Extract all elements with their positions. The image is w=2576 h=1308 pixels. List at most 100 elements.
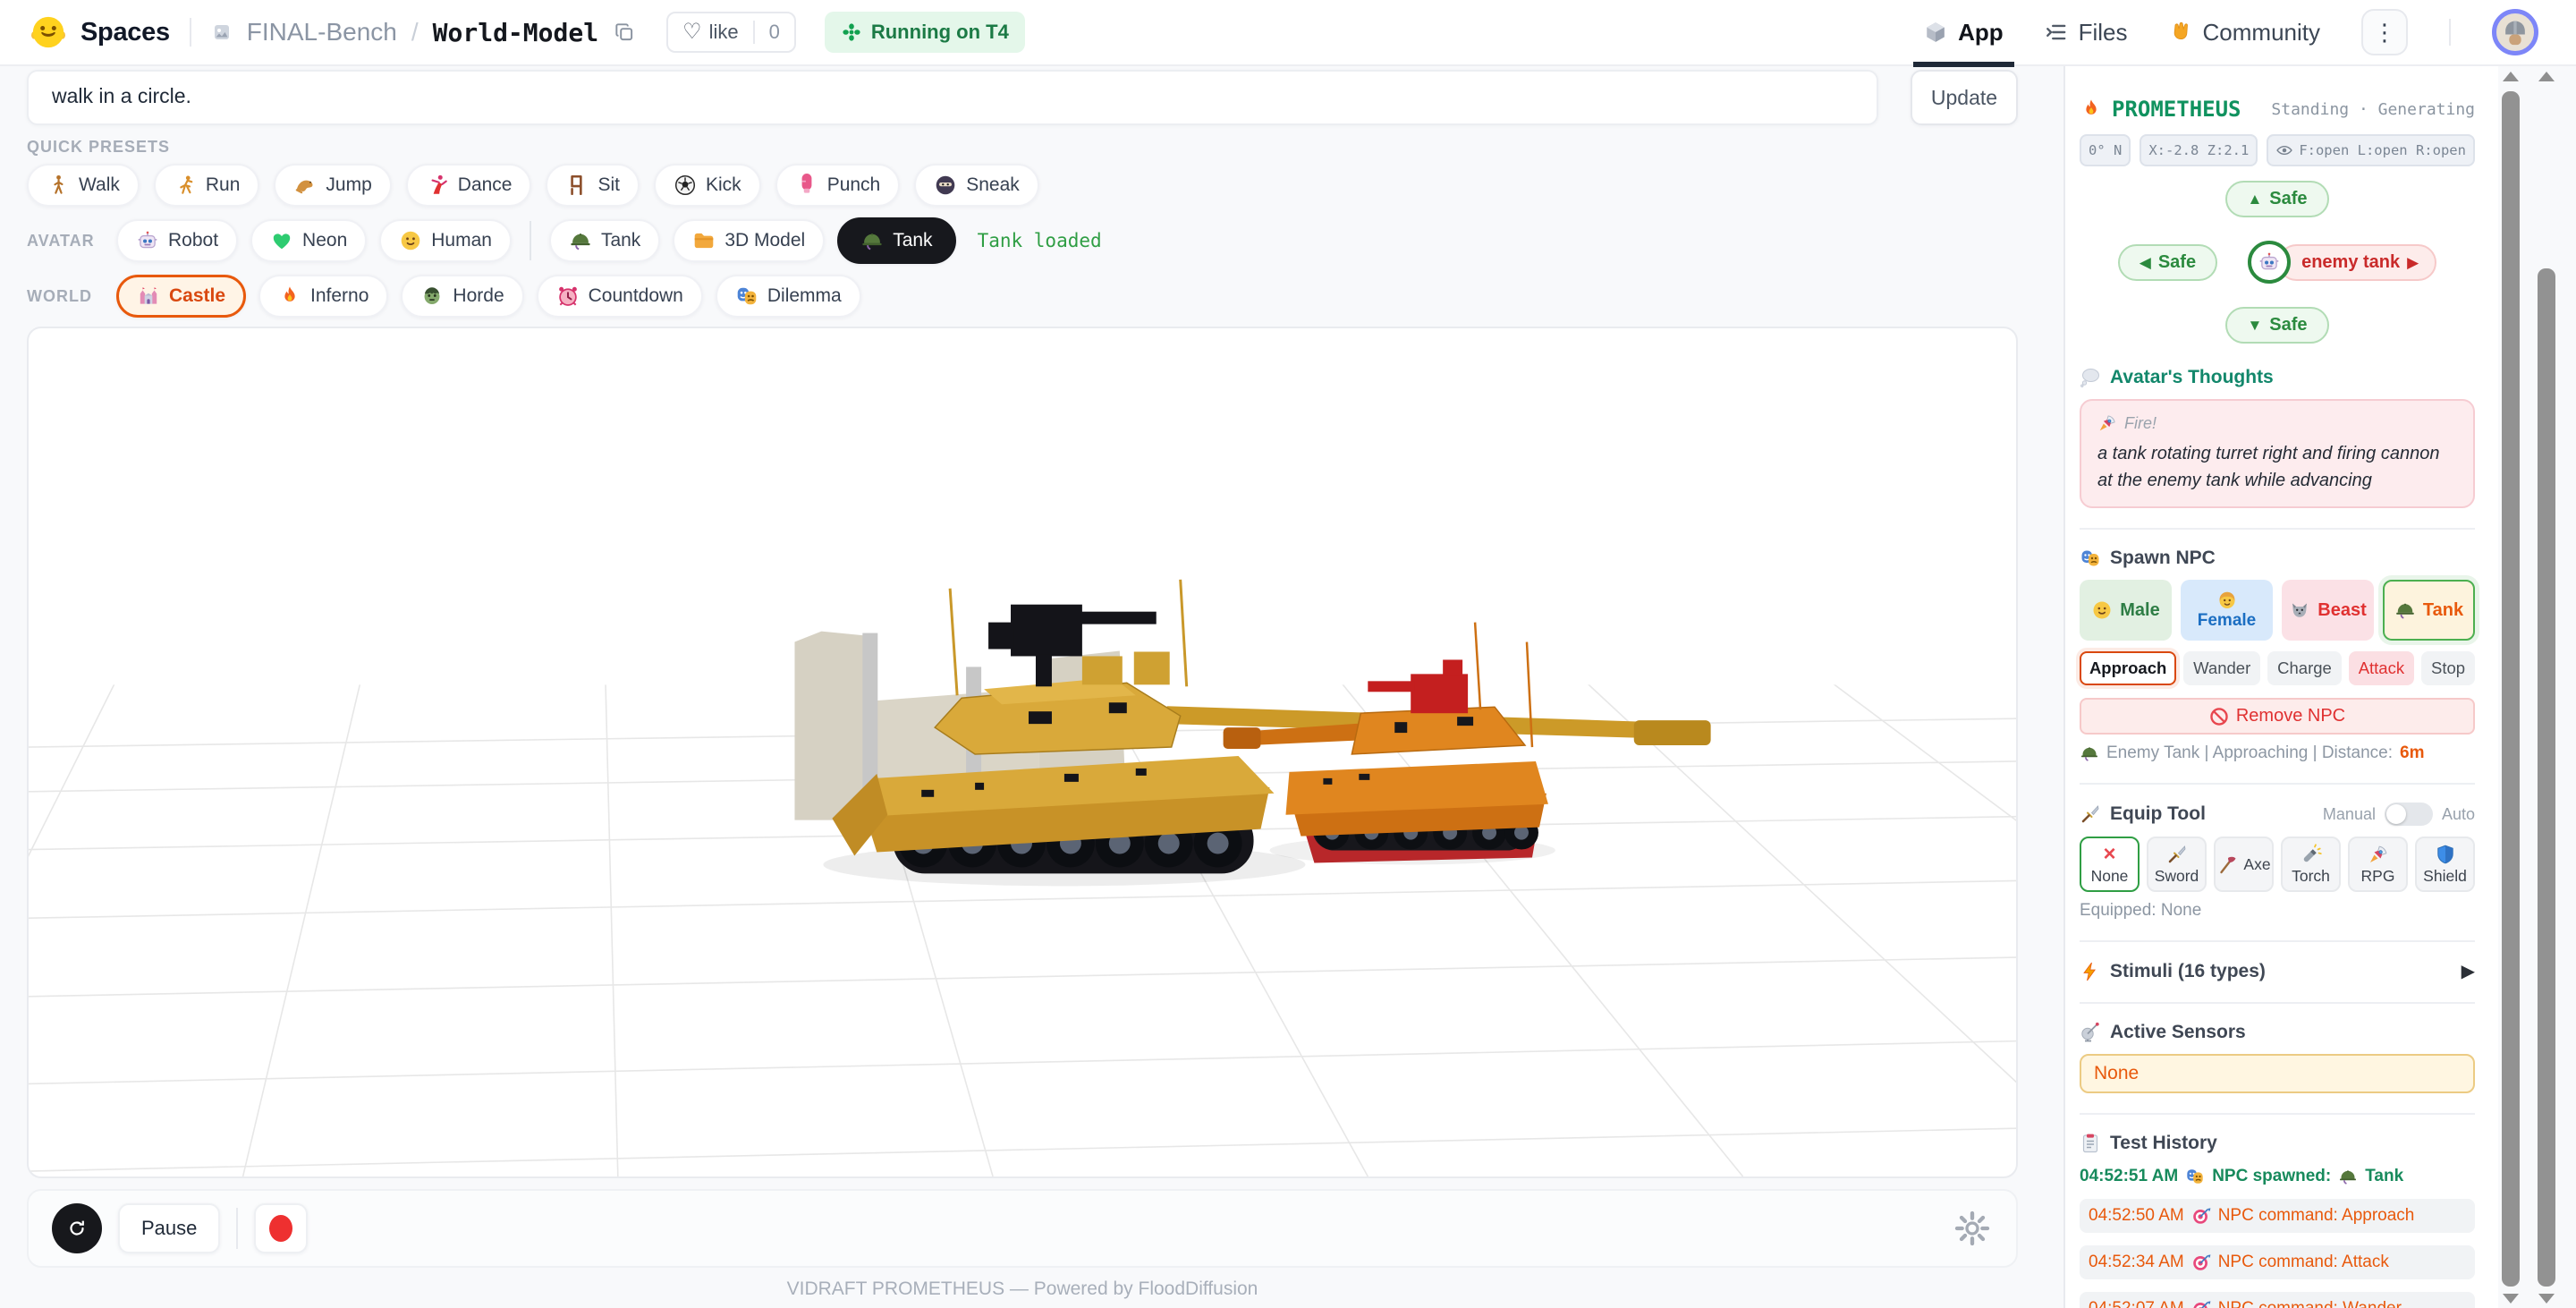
toggle-knob[interactable] [2386, 804, 2406, 824]
helmet-icon [2080, 743, 2099, 763]
preset-jump[interactable]: Jump [274, 164, 391, 207]
avatar-tank[interactable]: Tank [549, 219, 660, 262]
preset-run[interactable]: Run [154, 164, 260, 207]
tool-rpg[interactable]: RPG [2348, 837, 2408, 892]
thought-text: a tank rotating turret right and firing … [2097, 440, 2457, 494]
face-icon [399, 229, 422, 252]
running-person-icon [174, 174, 197, 197]
sidebar-scrollbar[interactable] [2502, 66, 2520, 1308]
avatar-3d-model[interactable]: 3D Model [673, 219, 825, 262]
dagger-icon [2080, 803, 2101, 825]
up-arrow-icon: ▲ [2247, 191, 2262, 207]
sensors-section: Active Sensors None [2080, 1002, 2475, 1093]
command-wander[interactable]: Wander [2183, 651, 2260, 685]
move-right-enemy-button[interactable]: enemy tank ▶ [2278, 244, 2436, 281]
page-scrollbar[interactable] [2538, 66, 2555, 1308]
world-horde[interactable]: Horde [401, 275, 523, 318]
brand-title: Spaces [80, 18, 170, 47]
tool-axe[interactable]: Axe [2214, 837, 2274, 892]
space-thumbnail-icon [211, 21, 233, 43]
tab-community[interactable]: Community [2169, 19, 2320, 47]
scene-enemy-tank [1224, 623, 1548, 863]
avatar-selected-tank[interactable]: Tank [837, 217, 955, 264]
thoughts-header: Avatar's Thoughts [2080, 367, 2475, 388]
preset-walk[interactable]: Walk [27, 164, 140, 207]
scroll-down-arrow-icon[interactable] [2538, 1294, 2555, 1304]
scrollbar-thumb[interactable] [2538, 268, 2555, 1287]
tab-app[interactable]: App [1924, 19, 2004, 47]
running-status-badge[interactable]: Running on T4 [825, 12, 1025, 53]
prompt-input[interactable]: walk in a circle. [27, 70, 1878, 125]
spawn-beast-button[interactable]: Beast [2282, 580, 2374, 641]
equip-mode-toggle[interactable] [2385, 803, 2433, 826]
more-menu-button[interactable]: ⋮ [2361, 9, 2408, 55]
update-button[interactable]: Update [1911, 70, 2018, 125]
prompt-row: walk in a circle. Update [27, 70, 2018, 125]
spawn-male-button[interactable]: Male [2080, 580, 2172, 641]
move-left-button[interactable]: ◀ Safe [2118, 244, 2217, 281]
preset-dance[interactable]: Dance [406, 164, 532, 207]
spawn-npc-header: Spawn NPC [2080, 548, 2475, 569]
command-charge[interactable]: Charge [2267, 651, 2342, 685]
remove-npc-button[interactable]: Remove NPC [2080, 698, 2475, 735]
move-up-button[interactable]: ▲ Safe [2225, 181, 2328, 217]
breadcrumb-owner[interactable]: FINAL-Bench [247, 18, 397, 47]
spawn-tank-button[interactable]: Tank [2383, 580, 2475, 641]
spawn-female-button[interactable]: Female [2181, 580, 2273, 641]
like-button[interactable]: ♡like 0 [666, 12, 796, 53]
user-avatar[interactable] [2492, 9, 2538, 55]
breadcrumb-repo[interactable]: World-Model [433, 18, 598, 47]
scrollbar-thumb[interactable] [2502, 91, 2520, 1287]
castle-icon [137, 285, 160, 308]
record-button[interactable] [254, 1203, 308, 1253]
tool-shield[interactable]: Shield [2415, 837, 2475, 892]
copy-icon[interactable] [613, 21, 636, 44]
tool-none[interactable]: × None [2080, 837, 2140, 892]
avatar-human[interactable]: Human [379, 219, 512, 262]
stimuli-section[interactable]: Stimuli (16 types) ▶ [2080, 940, 2475, 982]
scroll-up-arrow-icon[interactable] [2538, 72, 2555, 81]
world-viewport-canvas[interactable] [29, 328, 2016, 1176]
pause-button[interactable]: Pause [118, 1203, 220, 1253]
world-countdown[interactable]: Countdown [537, 275, 703, 318]
restart-button[interactable] [52, 1203, 102, 1253]
world-inferno[interactable]: Inferno [258, 275, 388, 318]
command-attack[interactable]: Attack [2349, 651, 2414, 685]
command-stop[interactable]: Stop [2421, 651, 2475, 685]
tab-files[interactable]: Files [2045, 19, 2128, 47]
world-castle[interactable]: Castle [116, 275, 246, 318]
satellite-icon [2080, 1022, 2101, 1043]
sensors-value: None [2080, 1054, 2475, 1093]
cube-icon [1924, 21, 1947, 44]
axe-icon [2216, 854, 2238, 875]
expand-arrow-icon[interactable]: ▶ [2462, 960, 2475, 982]
scroll-down-arrow-icon[interactable] [2503, 1294, 2519, 1304]
tab-files-label: Files [2079, 19, 2128, 47]
like-count[interactable]: 0 [753, 21, 794, 44]
tool-sword[interactable]: Sword [2147, 837, 2207, 892]
world-viewport[interactable] [27, 327, 2018, 1178]
tool-torch[interactable]: Torch [2281, 837, 2341, 892]
boxing-glove-icon [795, 174, 818, 197]
avatar-robot[interactable]: Robot [116, 219, 238, 262]
robot-icon [136, 229, 159, 252]
avatar-neon[interactable]: Neon [250, 219, 367, 262]
male-face-icon [2091, 599, 2113, 621]
command-approach[interactable]: Approach [2080, 651, 2176, 685]
settings-button[interactable] [1952, 1208, 1993, 1249]
preset-sneak[interactable]: Sneak [914, 164, 1039, 207]
scroll-up-arrow-icon[interactable] [2503, 72, 2519, 81]
row-divider [530, 221, 531, 260]
test-history-header: Test History [2080, 1133, 2475, 1154]
npc-position-badge[interactable] [2248, 241, 2291, 284]
history-entry: 04:52:07 AM NPC command: Wander [2080, 1292, 2475, 1308]
move-down-button[interactable]: ▼ Safe [2225, 307, 2328, 344]
ninja-icon [934, 174, 957, 197]
preset-sit[interactable]: Sit [546, 164, 640, 207]
thought-bubble-icon [2080, 367, 2101, 388]
header-left: Spaces FINAL-Bench / World-Model ♡like 0… [30, 12, 1025, 53]
helmet-icon [2394, 599, 2416, 621]
preset-punch[interactable]: Punch [775, 164, 901, 207]
world-dilemma[interactable]: Dilemma [716, 275, 861, 318]
preset-kick[interactable]: Kick [654, 164, 761, 207]
